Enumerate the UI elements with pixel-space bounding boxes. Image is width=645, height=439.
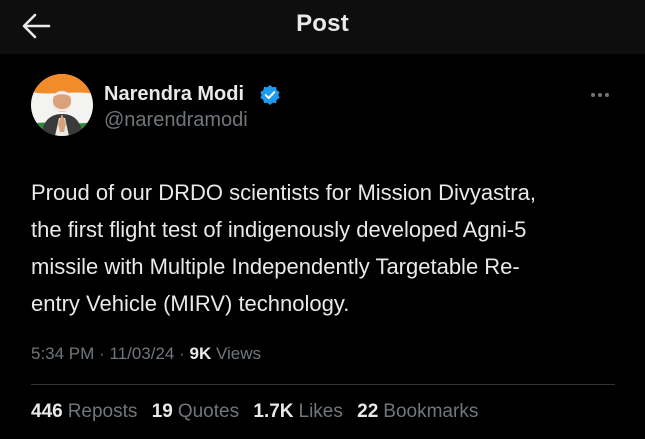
avatar[interactable] xyxy=(31,74,93,136)
likes-label: Likes xyxy=(298,401,343,422)
more-options-button[interactable] xyxy=(588,86,612,104)
views-count[interactable]: 9K xyxy=(190,344,212,363)
tweet-meta: 5:34 PM · 11/03/24 · 9K Views xyxy=(31,344,261,364)
meta-separator: · xyxy=(179,344,185,363)
author-handle[interactable]: @narendramodi xyxy=(104,109,248,132)
verified-badge-icon xyxy=(259,84,281,106)
reposts-label: Reposts xyxy=(67,401,138,422)
tweet-text-line: Proud of our DRDO scientists for Mission… xyxy=(31,180,536,205)
reposts-stat[interactable]: 446 Reposts xyxy=(31,401,137,423)
bookmarks-label: Bookmarks xyxy=(383,401,479,422)
tweet-text-line: missile with Multiple Independently Targ… xyxy=(31,254,520,279)
engagement-stats: 446 Reposts 19 Quotes 1.7K Likes 22 Bookmark… xyxy=(31,401,487,423)
tweet-time[interactable]: 5:34 PM xyxy=(31,344,94,363)
author-name[interactable]: Narendra Modi xyxy=(104,83,244,106)
quotes-label: Quotes xyxy=(177,401,240,422)
page-title: Post xyxy=(296,10,349,37)
more-horizontal-icon xyxy=(591,93,609,97)
tweet-date[interactable]: 11/03/24 xyxy=(109,344,174,363)
divider xyxy=(31,384,615,385)
quotes-stat[interactable]: 19 Quotes xyxy=(152,401,239,423)
likes-count: 1.7K xyxy=(253,401,294,422)
tweet-text-line: the first flight test of indigenously de… xyxy=(31,217,527,242)
reposts-count: 446 xyxy=(31,401,63,422)
tweet-text-line: entry Vehicle (MIRV) technology. xyxy=(31,291,350,316)
tweet-text: Proud of our DRDO scientists for Mission… xyxy=(31,174,611,322)
likes-stat[interactable]: 1.7K Likes xyxy=(253,401,343,423)
profile-photo xyxy=(31,74,93,136)
top-bar: Post xyxy=(0,0,645,54)
bookmarks-count: 22 xyxy=(357,401,379,422)
meta-separator: · xyxy=(99,344,105,363)
bookmarks-stat[interactable]: 22 Bookmarks xyxy=(357,401,478,423)
views-label: Views xyxy=(215,344,262,363)
quotes-count: 19 xyxy=(151,401,173,422)
